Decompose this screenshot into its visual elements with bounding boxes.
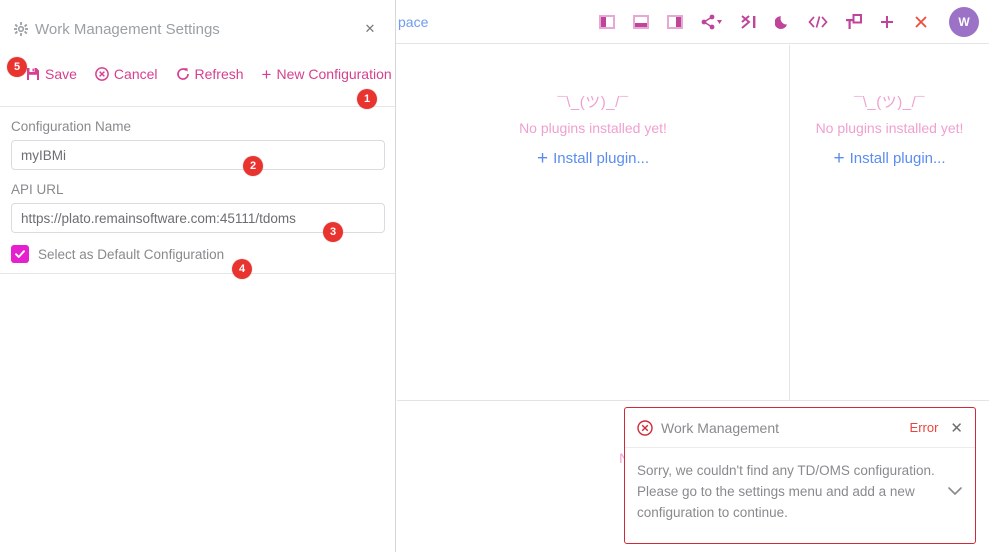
no-plugins-label: No plugins installed yet! [519, 120, 667, 136]
toast-message: Sorry, we couldn't find any TD/OMS confi… [637, 463, 935, 520]
gear-icon [14, 22, 28, 36]
dialog-title: Work Management Settings [35, 20, 220, 38]
share-icon[interactable] [699, 12, 725, 32]
save-disk-icon [27, 68, 39, 80]
install-plugin-label: Install plugin... [553, 150, 649, 167]
refresh-icon [176, 68, 189, 80]
save-button[interactable]: Save [26, 66, 77, 82]
shrug-emoticon: ¯\_(ツ)_/¯ [557, 94, 629, 111]
cancel-circle-icon [95, 67, 109, 81]
annotation-badge-5: 5 [7, 57, 27, 77]
no-plugins-label: No plugins installed yet! [815, 120, 964, 136]
check-icon [15, 250, 25, 258]
work-management-settings-dialog: Work Management Settings ✕ Save Cancel R… [0, 0, 396, 552]
error-toast: Work Management Error ✕ Sorry, we couldn… [624, 407, 976, 544]
install-plugin-link[interactable]: + Install plugin... [834, 149, 946, 168]
top-toolbar: W [597, 0, 979, 44]
api-url-label: API URL [11, 182, 64, 197]
refresh-label: Refresh [194, 66, 244, 82]
plus-icon: + [261, 64, 272, 84]
configuration-name-input[interactable]: myIBMi [11, 140, 385, 170]
dark-mode-moon-icon[interactable] [773, 12, 793, 32]
configuration-name-label: Configuration Name [11, 119, 132, 134]
dialog-action-bar: Save Cancel Refresh + New Configuration [0, 58, 395, 90]
new-configuration-label: New Configuration [276, 66, 392, 82]
toast-close-icon[interactable]: ✕ [950, 419, 963, 437]
cancel-label: Cancel [113, 66, 158, 82]
avatar-initial: W [958, 15, 970, 29]
plugin-panel-secondary: ¯\_(ツ)_/¯ No plugins installed yet! + In… [790, 45, 989, 400]
default-configuration-row: Select as Default Configuration [11, 245, 384, 263]
save-label: Save [45, 66, 77, 82]
cancel-button[interactable]: Cancel [95, 66, 158, 82]
shrug-emoticon: ¯\_(ツ)_/¯ [853, 94, 926, 111]
panel-left-toggle-icon[interactable] [597, 12, 617, 32]
default-configuration-checkbox[interactable] [11, 245, 29, 263]
annotation-badge-4: 4 [232, 259, 252, 279]
workspace-tab-label[interactable]: pace [398, 14, 428, 30]
code-icon[interactable] [807, 12, 829, 32]
install-plugin-link[interactable]: + Install plugin... [537, 149, 649, 168]
dialog-close-icon[interactable]: ✕ [359, 18, 381, 40]
chevron-down-icon[interactable] [947, 486, 963, 496]
annotation-badge-3: 3 [323, 222, 343, 242]
panel-right-toggle-icon[interactable] [665, 12, 685, 32]
split-editor-icon[interactable] [739, 12, 759, 32]
new-configuration-button[interactable]: + New Configuration [262, 66, 392, 83]
annotation-badge-2: 2 [243, 156, 263, 176]
annotation-badge-1: 1 [357, 89, 377, 109]
dialog-title-bar: Work Management Settings ✕ [0, 0, 395, 58]
refresh-button[interactable]: Refresh [176, 66, 244, 82]
toast-title: Work Management [661, 419, 780, 436]
install-plugin-label: Install plugin... [849, 150, 946, 167]
panel-bottom-toggle-icon[interactable] [631, 12, 651, 32]
plugin-panel-primary: ¯\_(ツ)_/¯ No plugins installed yet! + In… [397, 45, 790, 400]
deploy-icon[interactable] [843, 12, 863, 32]
plus-icon: + [833, 148, 845, 169]
error-circle-icon [637, 419, 653, 436]
toast-severity-label: Error [909, 420, 939, 435]
toast-body: Sorry, we couldn't find any TD/OMS confi… [625, 448, 975, 523]
add-icon[interactable] [877, 12, 897, 32]
toast-header: Work Management Error ✕ [625, 408, 975, 448]
default-configuration-label: Select as Default Configuration [38, 246, 225, 262]
close-icon[interactable] [911, 12, 931, 32]
avatar[interactable]: W [949, 7, 979, 37]
plus-icon: + [537, 148, 549, 169]
configuration-form: Configuration Name myIBMi API URL https:… [0, 106, 395, 274]
